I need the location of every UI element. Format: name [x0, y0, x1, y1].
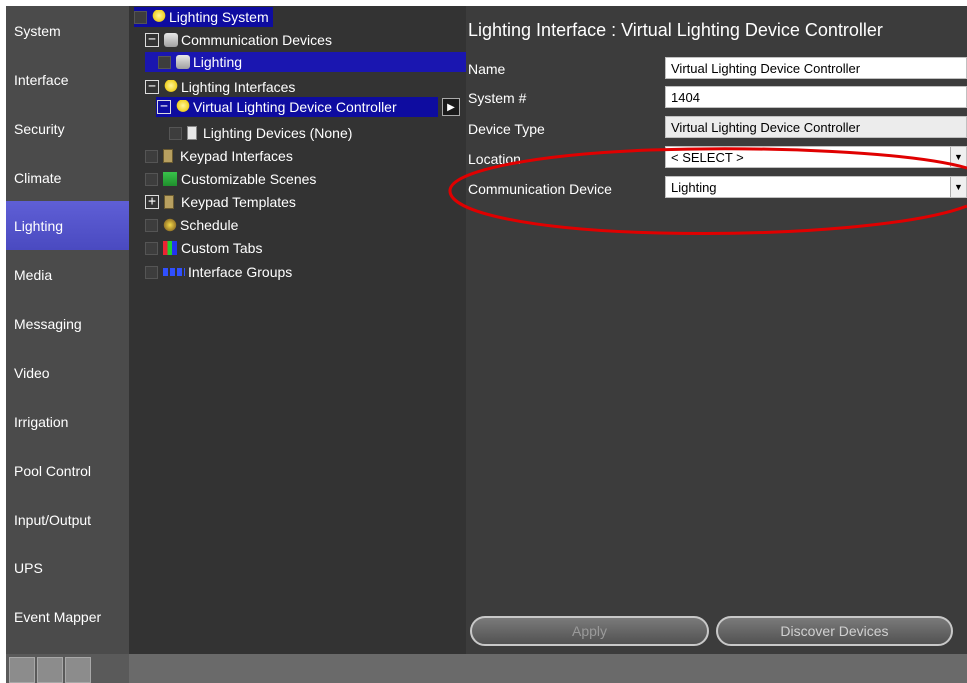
nav-item-interface[interactable]: Interface	[6, 55, 129, 104]
device-type-field: Virtual Lighting Device Controller	[665, 116, 967, 138]
nav-item-climate[interactable]: Climate	[6, 153, 129, 202]
checkbox[interactable]	[145, 265, 158, 279]
scene-icon	[163, 172, 177, 186]
checkbox[interactable]	[145, 149, 158, 163]
communication-device-icon	[176, 55, 190, 69]
tree-item-virtual-lighting-device-controller[interactable]: − Virtual Lighting Device Controller	[156, 97, 438, 117]
bulb-icon	[152, 10, 166, 24]
nav-item-irrigation[interactable]: Irrigation	[6, 397, 129, 446]
properties-panel: Lighting Interface : Virtual Lighting De…	[466, 6, 967, 654]
device-icon	[187, 126, 197, 140]
tree-item-lighting-devices[interactable]: Lighting Devices (None)	[169, 123, 352, 143]
tree-item-keypad-templates[interactable]: + Keypad Templates	[145, 192, 296, 212]
system-number-field[interactable]: 1404	[665, 86, 967, 108]
tree-item-comm-lighting[interactable]: Lighting	[145, 52, 466, 72]
bulb-icon	[164, 80, 178, 94]
apply-button[interactable]: Apply	[470, 616, 709, 646]
schedule-icon	[163, 218, 177, 232]
tree-item-label: Customizable Scenes	[181, 171, 317, 187]
name-field[interactable]: Virtual Lighting Device Controller	[665, 57, 967, 79]
tree-item-label: Lighting System	[169, 9, 269, 25]
page-title: Lighting Interface : Virtual Lighting De…	[468, 20, 883, 40]
checkbox[interactable]	[134, 10, 147, 24]
nav-item-system[interactable]: System	[6, 6, 129, 55]
tree-item-keypad-interfaces[interactable]: Keypad Interfaces	[145, 146, 293, 166]
tree-item-schedule[interactable]: Schedule	[145, 215, 238, 235]
system-number-label: System #	[468, 90, 527, 106]
nav-bottom-bar	[6, 654, 129, 683]
nav-item-video[interactable]: Video	[6, 348, 129, 397]
keypad-icon	[164, 195, 174, 209]
name-label: Name	[468, 61, 506, 77]
nav-item-pool-control[interactable]: Pool Control	[6, 446, 129, 495]
tree-item-label: Schedule	[180, 217, 239, 233]
nav-item-lighting[interactable]: Lighting	[6, 201, 129, 250]
communication-device-icon	[164, 33, 178, 47]
collapse-icon[interactable]: −	[145, 33, 159, 47]
tree-item-label: Keypad Templates	[181, 194, 296, 210]
bulb-icon	[176, 100, 190, 114]
tree-item-label: Virtual Lighting Device Controller	[193, 99, 397, 115]
device-type-label: Device Type	[468, 121, 545, 137]
tree-item-label: Lighting	[193, 54, 243, 70]
nav-item-messaging[interactable]: Messaging	[6, 299, 129, 348]
tree-item-label: Custom Tabs	[181, 240, 263, 256]
interface-groups-icon	[163, 268, 185, 276]
tree-item-customizable-scenes[interactable]: Customizable Scenes	[145, 169, 316, 189]
highlight-ellipse	[448, 147, 967, 235]
custom-tabs-icon	[163, 241, 177, 255]
tree-item-interface-groups[interactable]: Interface Groups	[145, 262, 292, 282]
tree-item-communication-devices[interactable]: − Communication Devices	[145, 30, 332, 50]
nav-item-event-mapper[interactable]: Event Mapper	[6, 592, 129, 641]
nav-bottom-button-2[interactable]	[37, 657, 63, 683]
tree-item-lighting-interfaces[interactable]: − Lighting Interfaces	[145, 77, 295, 97]
tree-item-label: Interface Groups	[188, 264, 293, 280]
main-nav: System Interface Security Climate Lighti…	[6, 6, 129, 654]
tree-item-label: Lighting Interfaces	[181, 79, 296, 95]
nav-item-security[interactable]: Security	[6, 104, 129, 153]
checkbox[interactable]	[169, 126, 182, 140]
checkbox[interactable]	[145, 172, 158, 186]
nav-item-media[interactable]: Media	[6, 250, 129, 299]
tree-item-label: Communication Devices	[181, 32, 332, 48]
status-bar	[129, 654, 967, 683]
tree-item-custom-tabs[interactable]: Custom Tabs	[145, 238, 262, 258]
collapse-icon[interactable]: −	[145, 80, 159, 94]
nav-bottom-button-1[interactable]	[9, 657, 35, 683]
expand-icon[interactable]: +	[145, 195, 159, 209]
device-tree: Lighting System − Communication Devices …	[129, 6, 466, 654]
nav-item-ups[interactable]: UPS	[6, 543, 129, 592]
checkbox[interactable]	[145, 218, 158, 232]
nav-bottom-button-3[interactable]	[65, 657, 91, 683]
nav-item-input-output[interactable]: Input/Output	[6, 495, 129, 544]
discover-devices-button[interactable]: Discover Devices	[716, 616, 953, 646]
collapse-icon[interactable]: −	[157, 100, 171, 114]
tree-item-label: Lighting Devices (None)	[203, 125, 353, 141]
checkbox[interactable]	[145, 241, 158, 255]
checkbox[interactable]	[158, 55, 171, 69]
tree-item-label: Keypad Interfaces	[180, 148, 293, 164]
tree-item-lighting-system[interactable]: Lighting System	[134, 7, 273, 27]
expand-arrow-button[interactable]: ▶	[442, 98, 460, 116]
keypad-icon	[163, 149, 173, 163]
